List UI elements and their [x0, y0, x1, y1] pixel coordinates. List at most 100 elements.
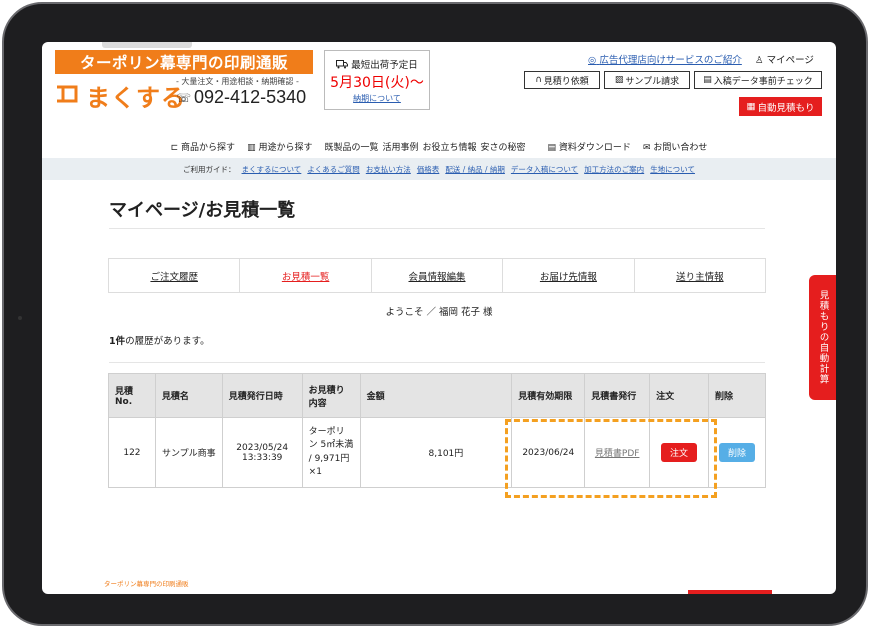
mail-icon: ✉ — [642, 142, 651, 153]
auto-estimate-label: 自動見積もり — [757, 102, 815, 114]
tab-sender-info[interactable]: 送り主情報 — [635, 259, 765, 292]
guide-link-prices[interactable]: 価格表 — [417, 164, 440, 175]
title-divider — [109, 228, 765, 229]
agency-service-link[interactable]: ◎ 広告代理店向けサービスのご紹介 — [588, 52, 742, 66]
nav-secret[interactable]: 安さの秘密 — [481, 140, 526, 153]
browser-screen: ターポリン幕専門の印刷通販 まくする - 大量注文・用途相談・納期確認 - ☏ … — [42, 42, 836, 594]
logo-name[interactable]: まくする — [86, 78, 186, 113]
agency-link-text: 広告代理店向けサービスのご紹介 — [599, 55, 742, 66]
cell-estimate-no: 122 — [108, 417, 156, 488]
logo-mark-icon — [57, 85, 78, 103]
cell-issue-date: 2023/05/24 13:33:39 — [221, 417, 303, 488]
mypage-tabs: ご注文履歴 お見積一覧 会員情報編集 お届け先情報 送り主情報 — [108, 258, 766, 293]
agency-icon: ◎ — [588, 55, 597, 66]
table-header-row: 見積No. 見積名 見積発行日時 お見積り内容 金額 見積有効期限 見積書発行 … — [108, 373, 766, 418]
history-count-number: 1件 — [109, 336, 126, 347]
guide-link-faq[interactable]: よくあるご質問 — [307, 164, 360, 175]
shipping-date-box: 最短出荷予定日 5月30日(火)〜 納期について — [324, 50, 430, 110]
tagline: - 大量注文・用途相談・納期確認 - — [176, 77, 299, 86]
truck-icon — [336, 59, 349, 68]
footer-red-element — [688, 590, 772, 594]
footer-brand: ターポリン幕専門の印刷通販 — [104, 580, 189, 588]
tablet-frame: ターポリン幕専門の印刷通販 まくする - 大量注文・用途相談・納期確認 - ☏ … — [2, 2, 868, 626]
headset-icon: ∩ — [535, 75, 542, 85]
tab-estimates[interactable]: お見積一覧 — [240, 259, 372, 292]
order-button[interactable]: 注文 — [661, 443, 698, 462]
mypage-link[interactable]: ♙ マイページ — [755, 52, 814, 66]
shipping-label: 最短出荷予定日 — [351, 60, 418, 71]
data-check-label: 入稿データ事前チェック — [713, 76, 813, 87]
sample-request-button[interactable]: ▨ サンプル請求 — [604, 71, 690, 89]
nav-download-label: 資料ダウンロード — [558, 142, 631, 153]
delivery-info-link[interactable]: 納期について — [325, 93, 429, 104]
shipping-date: 5月30日(火)〜 — [330, 75, 424, 91]
main-nav: ⊏ 商品から探す ▥ 用途から探す 既製品の一覧 活用事例 お役立ち情報 安さの… — [42, 135, 836, 157]
site-banner[interactable]: ターポリン幕専門の印刷通販 — [55, 50, 313, 74]
camera-dot — [18, 316, 22, 320]
cell-content: ターポリン 5㎡未満 / 9,971円 ×1 — [301, 417, 361, 488]
usage-guide-bar: ご利用ガイド： まくするについて よくあるご質問 お支払い方法 価格表 配送 /… — [42, 158, 836, 180]
col-amount: 金額 — [359, 373, 513, 418]
delete-button[interactable]: 削除 — [719, 443, 756, 462]
nav-contact-label: お問い合わせ — [653, 142, 708, 153]
estimates-table: 見積No. 見積名 見積発行日時 お見積り内容 金額 見積有効期限 見積書発行 … — [108, 373, 766, 488]
phone-number[interactable]: 092-412-5340 — [194, 87, 306, 108]
user-icon: ♙ — [755, 55, 764, 66]
calculator-icon: ▦ — [746, 101, 756, 112]
cell-expiry: 2023/06/24 — [511, 417, 586, 488]
tab-delivery-address[interactable]: お届け先情報 — [503, 259, 635, 292]
phone-row: ☏ 092-412-5340 — [176, 87, 306, 108]
guide-link-delivery[interactable]: 配送 / 納品 / 納期 — [445, 164, 505, 175]
tab-order-history[interactable]: ご注文履歴 — [109, 259, 241, 292]
download-icon: ▤ — [547, 142, 557, 153]
guide-link-about[interactable]: まくするについて — [242, 164, 302, 175]
cell-pdf: 見積書PDF — [584, 417, 651, 488]
nav-usage-label: 用途から探す — [258, 142, 313, 153]
auto-calc-side-tab[interactable]: 見積もりの自動計算 — [809, 275, 836, 400]
col-estimate-no: 見積No. — [108, 373, 156, 418]
col-delete: 削除 — [708, 373, 766, 418]
guide-link-payment[interactable]: お支払い方法 — [366, 164, 411, 175]
auto-estimate-button[interactable]: ▦ 自動見積もり — [739, 97, 822, 116]
estimate-request-label: 見積り依頼 — [543, 76, 589, 87]
phone-icon: ☏ — [176, 90, 192, 105]
nav-products-label: 商品から探す — [181, 142, 236, 153]
document-icon: ▤ — [703, 75, 712, 85]
nav-usage[interactable]: ▥ 用途から探す — [247, 140, 312, 153]
estimate-pdf-link[interactable]: 見積書PDF — [595, 449, 640, 459]
welcome-message: ようこそ ／ 福岡 花子 様 — [385, 307, 493, 318]
usage-icon: ▥ — [247, 142, 256, 153]
guide-link-processing[interactable]: 加工方法のご案内 — [584, 164, 644, 175]
nav-products[interactable]: ⊏ 商品から探す — [171, 140, 235, 153]
shipping-label-row: 最短出荷予定日 — [325, 57, 429, 71]
data-check-button[interactable]: ▤ 入稿データ事前チェック — [694, 71, 822, 89]
col-pdf: 見積書発行 — [584, 373, 651, 418]
mypage-label: マイページ — [766, 55, 814, 66]
guide-link-data[interactable]: データ入稿について — [511, 164, 578, 175]
nav-download[interactable]: ▤ 資料ダウンロード — [548, 140, 631, 153]
top-bar-fragment — [102, 42, 192, 48]
col-issue-date: 見積発行日時 — [221, 373, 303, 418]
col-order: 注文 — [649, 373, 710, 418]
cell-order: 注文 — [649, 417, 710, 488]
nav-tips[interactable]: お役立ち情報 — [423, 140, 477, 153]
nav-contact[interactable]: ✉ お問い合わせ — [643, 140, 707, 153]
count-divider — [109, 362, 765, 363]
sample-icon: ▨ — [614, 75, 624, 85]
guide-label: ご利用ガイド： — [183, 164, 236, 174]
col-expiry: 見積有効期限 — [511, 373, 586, 418]
estimate-request-button[interactable]: ∩ 見積り依頼 — [524, 71, 600, 89]
sample-request-label: サンプル請求 — [625, 76, 680, 87]
col-estimate-name: 見積名 — [154, 373, 223, 418]
cell-delete: 削除 — [708, 417, 766, 488]
guide-link-fabric[interactable]: 生地について — [650, 164, 695, 175]
products-icon: ⊏ — [170, 142, 179, 153]
page-title: マイページ/お見積一覧 — [109, 200, 296, 221]
history-count-text: の履歴があります。 — [125, 336, 210, 347]
cell-estimate-name: サンプル商事 — [154, 417, 223, 488]
nav-ready-made[interactable]: 既製品の一覧 — [324, 140, 378, 153]
tab-member-info[interactable]: 会員情報編集 — [372, 259, 504, 292]
col-content: お見積り内容 — [301, 373, 361, 418]
nav-cases[interactable]: 活用事例 — [382, 140, 418, 153]
table-row: 122 サンプル商事 2023/05/24 13:33:39 ターポリン 5㎡未… — [108, 417, 766, 488]
